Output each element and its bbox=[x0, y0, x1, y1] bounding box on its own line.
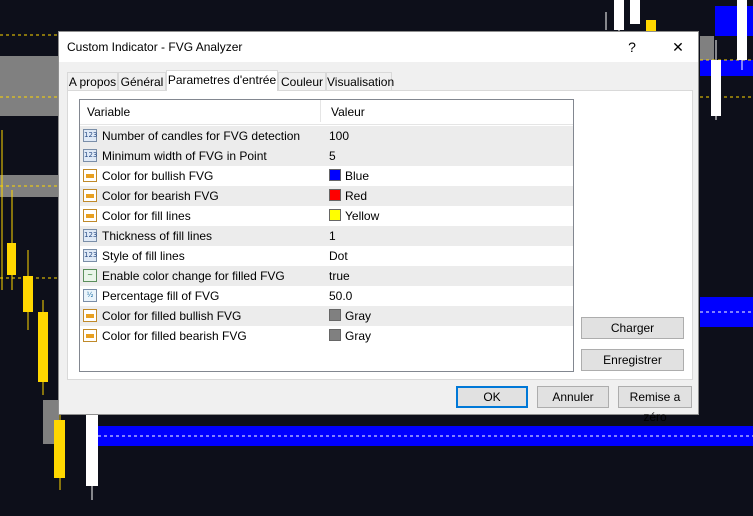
row-value[interactable]: Gray bbox=[345, 309, 371, 323]
row-value[interactable]: 1 bbox=[329, 229, 336, 243]
column-header-value[interactable]: Valeur bbox=[331, 105, 365, 119]
color-swatch bbox=[329, 329, 341, 341]
fvg-zone-blue bbox=[700, 60, 753, 76]
color-icon bbox=[83, 209, 97, 222]
row-value[interactable]: 100 bbox=[329, 129, 349, 143]
fvg-zone-gray bbox=[700, 36, 714, 60]
table-row[interactable]: Color for bullish FVG Blue bbox=[80, 166, 573, 186]
color-icon bbox=[83, 189, 97, 202]
table-row[interactable]: Color for bearish FVG Red bbox=[80, 186, 573, 206]
color-swatch bbox=[329, 309, 341, 321]
row-name: Color for bearish FVG bbox=[102, 189, 219, 203]
table-row[interactable]: Color for filled bullish FVG Gray bbox=[80, 306, 573, 326]
row-name: Minimum width of FVG in Point bbox=[102, 149, 267, 163]
bool-icon: ~ bbox=[83, 269, 97, 282]
candle bbox=[630, 0, 640, 24]
color-swatch bbox=[329, 189, 341, 201]
row-value[interactable]: Gray bbox=[345, 329, 371, 343]
table-row[interactable]: 123 Number of candles for FVG detection … bbox=[80, 126, 573, 146]
enregistrer-button[interactable]: Enregistrer bbox=[581, 349, 684, 371]
close-icon[interactable]: ✕ bbox=[666, 36, 690, 58]
dialog-title: Custom Indicator - FVG Analyzer bbox=[67, 40, 243, 54]
row-value[interactable]: Yellow bbox=[345, 209, 379, 223]
int-icon: 123 bbox=[83, 249, 97, 262]
row-value[interactable]: true bbox=[329, 269, 350, 283]
color-swatch bbox=[329, 209, 341, 221]
tab-visualisation[interactable]: Visualisation bbox=[326, 72, 394, 90]
int-icon: 123 bbox=[83, 149, 97, 162]
custom-indicator-dialog: Custom Indicator - FVG Analyzer ? ✕ A pr… bbox=[58, 31, 699, 424]
row-name: Enable color change for filled FVG bbox=[102, 269, 285, 283]
title-bar[interactable]: Custom Indicator - FVG Analyzer ? ✕ bbox=[59, 32, 698, 62]
color-icon bbox=[83, 329, 97, 342]
tab-a-propos[interactable]: A propos bbox=[67, 72, 118, 90]
row-name: Color for filled bearish FVG bbox=[102, 329, 247, 343]
double-icon: ½ bbox=[83, 289, 97, 302]
ok-button[interactable]: OK bbox=[456, 386, 528, 408]
grid-header: Variable Valeur bbox=[80, 100, 573, 125]
annuler-button[interactable]: Annuler bbox=[537, 386, 609, 408]
fvg-zone-gray bbox=[0, 56, 60, 116]
color-icon bbox=[83, 309, 97, 322]
row-name: Thickness of fill lines bbox=[102, 229, 213, 243]
row-value[interactable]: Dot bbox=[329, 249, 348, 263]
column-header-variable[interactable]: Variable bbox=[87, 105, 130, 119]
charger-button[interactable]: Charger bbox=[581, 317, 684, 339]
table-row[interactable]: 123 Style of fill lines Dot bbox=[80, 246, 573, 266]
row-name: Color for filled bullish FVG bbox=[102, 309, 242, 323]
int-icon: 123 bbox=[83, 229, 97, 242]
color-swatch bbox=[329, 169, 341, 181]
row-name: Style of fill lines bbox=[102, 249, 185, 263]
row-value[interactable]: Blue bbox=[345, 169, 369, 183]
table-row[interactable]: ~ Enable color change for filled FVG tru… bbox=[80, 266, 573, 286]
table-row[interactable]: Color for fill lines Yellow bbox=[80, 206, 573, 226]
tab-general[interactable]: Général bbox=[118, 72, 166, 90]
tab-parametres-entree[interactable]: Parametres d'entrée bbox=[166, 70, 278, 91]
remise-a-zero-button[interactable]: Remise a zéro bbox=[618, 386, 692, 424]
tab-couleur[interactable]: Couleur bbox=[278, 72, 326, 90]
table-row[interactable]: 123 Minimum width of FVG in Point 5 bbox=[80, 146, 573, 166]
row-name: Percentage fill of FVG bbox=[102, 289, 220, 303]
parameters-grid: Variable Valeur 123 Number of candles fo… bbox=[79, 99, 574, 372]
column-divider bbox=[320, 100, 321, 122]
help-button[interactable]: ? bbox=[620, 36, 644, 58]
fvg-zone-blue bbox=[715, 6, 753, 36]
table-row[interactable]: 123 Thickness of fill lines 1 bbox=[80, 226, 573, 246]
row-value[interactable]: 50.0 bbox=[329, 289, 352, 303]
row-value[interactable]: Red bbox=[345, 189, 367, 203]
row-name: Color for fill lines bbox=[102, 209, 191, 223]
row-value[interactable]: 5 bbox=[329, 149, 336, 163]
color-icon bbox=[83, 169, 97, 182]
row-name: Number of candles for FVG detection bbox=[102, 129, 301, 143]
table-row[interactable]: Color for filled bearish FVG Gray bbox=[80, 326, 573, 346]
row-name: Color for bullish FVG bbox=[102, 169, 214, 183]
tab-panel: Variable Valeur 123 Number of candles fo… bbox=[67, 90, 693, 380]
int-icon: 123 bbox=[83, 129, 97, 142]
table-row[interactable]: ½ Percentage fill of FVG 50.0 bbox=[80, 286, 573, 306]
